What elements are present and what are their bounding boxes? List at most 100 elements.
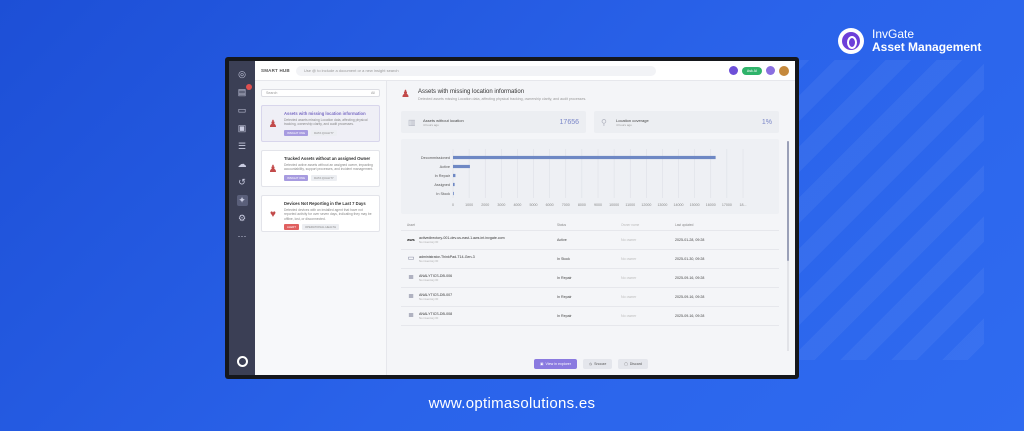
search-input[interactable]: Use @ to include a document or a new ins…	[295, 65, 656, 76]
bar-chart: 0 1000 2000 3000 4000 5000 6000 7000 8000 9000 100…	[421, 149, 747, 207]
home-icon[interactable]: ◎	[237, 69, 248, 80]
discard-icon: ▢	[624, 362, 628, 366]
x-tick-label: 5000	[530, 203, 538, 207]
cell-asset: ≣ ANALYTICS-DB-006 No inventory ID	[407, 274, 557, 282]
table-row[interactable]: ≣ ANALYTICS-DB-008 No inventory ID In Re…	[401, 307, 779, 326]
inbox-icon[interactable]: ▤	[237, 84, 252, 98]
status-chart: 0 1000 2000 3000 4000 5000 6000 7000 8000 9000 100…	[401, 139, 779, 214]
col-updated: Last updated	[675, 223, 694, 227]
cell-owner: No owner	[621, 295, 637, 299]
smart-hub-label: SMART HUB	[261, 68, 290, 73]
action-bar: ▣ View in explorer ◷ Snooze ▢ Discard	[387, 359, 795, 369]
snooze-button[interactable]: ◷ Snooze	[582, 359, 613, 369]
cell-asset: ▭ administrator-ThinkPad-T14-Gen-3 No in…	[407, 255, 557, 263]
ask-ai-button[interactable]: Ask AI	[741, 66, 762, 75]
missing-location-icon: ♟	[401, 89, 410, 100]
stat-card: ▥ Assets without location 4 hours ago 17…	[401, 111, 586, 133]
tag: ALERT	[284, 223, 299, 230]
bar[interactable]	[453, 182, 455, 187]
scrollbar[interactable]	[787, 141, 789, 351]
insights-list: Search All ♟ Assets with missing locatio…	[255, 81, 387, 375]
insight-card-desc: Detected active assets without an assign…	[284, 163, 374, 172]
insights-icon[interactable]: ✦	[236, 195, 248, 206]
history-icon[interactable]: ↺	[237, 177, 248, 188]
insights-search-placeholder: Search	[266, 91, 278, 95]
y-tick-label: In Repair	[435, 174, 451, 178]
explorer-icon: ▣	[540, 362, 544, 366]
bar[interactable]	[453, 155, 716, 160]
cell-date: 2025-09-16, 09:28	[675, 276, 705, 280]
discard-button[interactable]: ▢ Discard	[618, 359, 648, 369]
page-title: Assets with missing location information	[418, 89, 525, 95]
filter-select[interactable]: All	[371, 91, 375, 95]
x-tick-label: 9000	[594, 203, 602, 207]
insight-card-title: Assets with missing location information	[284, 111, 366, 116]
y-tick-label: Decommissioned	[421, 156, 450, 160]
sidebar-nav: ◎ ▤ ▭ ▣ ☰ ☁ ↺ ✦ ⚙ ⋯	[229, 61, 255, 375]
discard-label: Discard	[629, 362, 642, 366]
x-tick-label: 6000	[546, 203, 554, 207]
more-icon[interactable]: ⋯	[237, 231, 248, 242]
assets-icon[interactable]: ▭	[237, 105, 248, 116]
reports-icon[interactable]: ☰	[237, 141, 248, 152]
stat-label: Location coverage	[616, 117, 649, 123]
cell-date: 2025-09-16, 09:28	[675, 295, 705, 299]
brand-logo-icon	[838, 28, 864, 54]
asset-sub: No inventory ID	[419, 278, 439, 282]
x-tick-label: 13000	[657, 203, 667, 207]
x-tick-label: 17000	[722, 203, 732, 207]
insight-card[interactable]: ♟ Tracked Assets without an assigned Own…	[261, 150, 380, 187]
table-row[interactable]: ≣ ANALYTICS-DB-006 No inventory ID In Re…	[401, 269, 779, 288]
x-tick-label: 14000	[674, 203, 684, 207]
cloud-icon[interactable]: ☁	[237, 159, 248, 170]
tag: DATA QUALITY	[311, 174, 337, 181]
avatar[interactable]	[779, 65, 789, 76]
insight-card-desc: Detected devices with an installed agent…	[284, 208, 372, 221]
stat-label: Assets without location	[423, 117, 464, 123]
table-row[interactable]: ▭ administrator-ThinkPad-T14-Gen-3 No in…	[401, 250, 779, 269]
insight-card-title: Tracked Assets without an assigned Owner	[284, 156, 371, 161]
bar[interactable]	[453, 164, 470, 169]
cell-owner: No owner	[621, 314, 637, 318]
cell-owner: No owner	[621, 276, 637, 280]
x-tick-label: 0	[452, 203, 454, 207]
no-owner-icon: ♟	[268, 164, 278, 175]
db-icon: ≣	[408, 312, 414, 319]
x-tick-label: 8000	[578, 203, 586, 207]
cell-status: In Repair	[557, 276, 572, 280]
x-tick-label: 12000	[641, 203, 651, 207]
table-row[interactable]: ≣ ANALYTICS-DB-007 No inventory ID In Re…	[401, 288, 779, 307]
insight-card[interactable]: ♥ Devices Not Reporting in the Last 7 Da…	[261, 195, 380, 232]
bar[interactable]	[453, 191, 454, 196]
view-in-explorer-button[interactable]: ▣ View in explorer	[534, 359, 577, 369]
notifications-icon[interactable]	[728, 66, 738, 75]
x-tick-label: 4000	[513, 203, 521, 207]
insight-detail: ♟ Assets with missing location informati…	[387, 81, 795, 375]
chat-icon[interactable]	[766, 66, 775, 75]
tag: OPERATIONAL HEALTH	[301, 223, 340, 230]
insight-card[interactable]: ♟ Assets with missing location informati…	[261, 105, 380, 142]
inventory-icon[interactable]: ▣	[237, 123, 248, 134]
building-icon: ▥	[408, 117, 416, 127]
insights-search-input[interactable]: Search All	[261, 89, 380, 97]
y-tick-label: In Stock	[436, 192, 450, 196]
tag: INSIGHT ONE	[284, 174, 309, 181]
asset-sub: No inventory ID	[419, 240, 439, 244]
db-icon: ≣	[408, 293, 414, 300]
settings-icon[interactable]: ⚙	[237, 213, 248, 224]
app-screen: ◎ ▤ ▭ ▣ ☰ ☁ ↺ ✦ ⚙ ⋯ SMART HUB Use @ to i…	[229, 61, 795, 375]
table-row[interactable]: aws activedirectory-001-dev.us-east-1.aw…	[401, 231, 779, 250]
stat-time: 4 hours ago	[423, 122, 439, 127]
missing-location-icon: ♟	[268, 119, 278, 130]
view-in-explorer-label: View in explorer	[545, 362, 571, 366]
bar[interactable]	[453, 173, 456, 178]
x-tick-label: 2000	[481, 203, 489, 207]
stat-value: 1%	[761, 118, 772, 126]
cell-status: In Repair	[557, 314, 572, 318]
asset-sub: No inventory ID	[419, 297, 439, 301]
cell-status: Active	[557, 238, 567, 242]
stat-value: 17656	[559, 118, 579, 126]
x-tick-label: 3000	[497, 203, 505, 207]
aws-icon: aws	[407, 237, 415, 242]
account-icon[interactable]	[236, 356, 248, 367]
